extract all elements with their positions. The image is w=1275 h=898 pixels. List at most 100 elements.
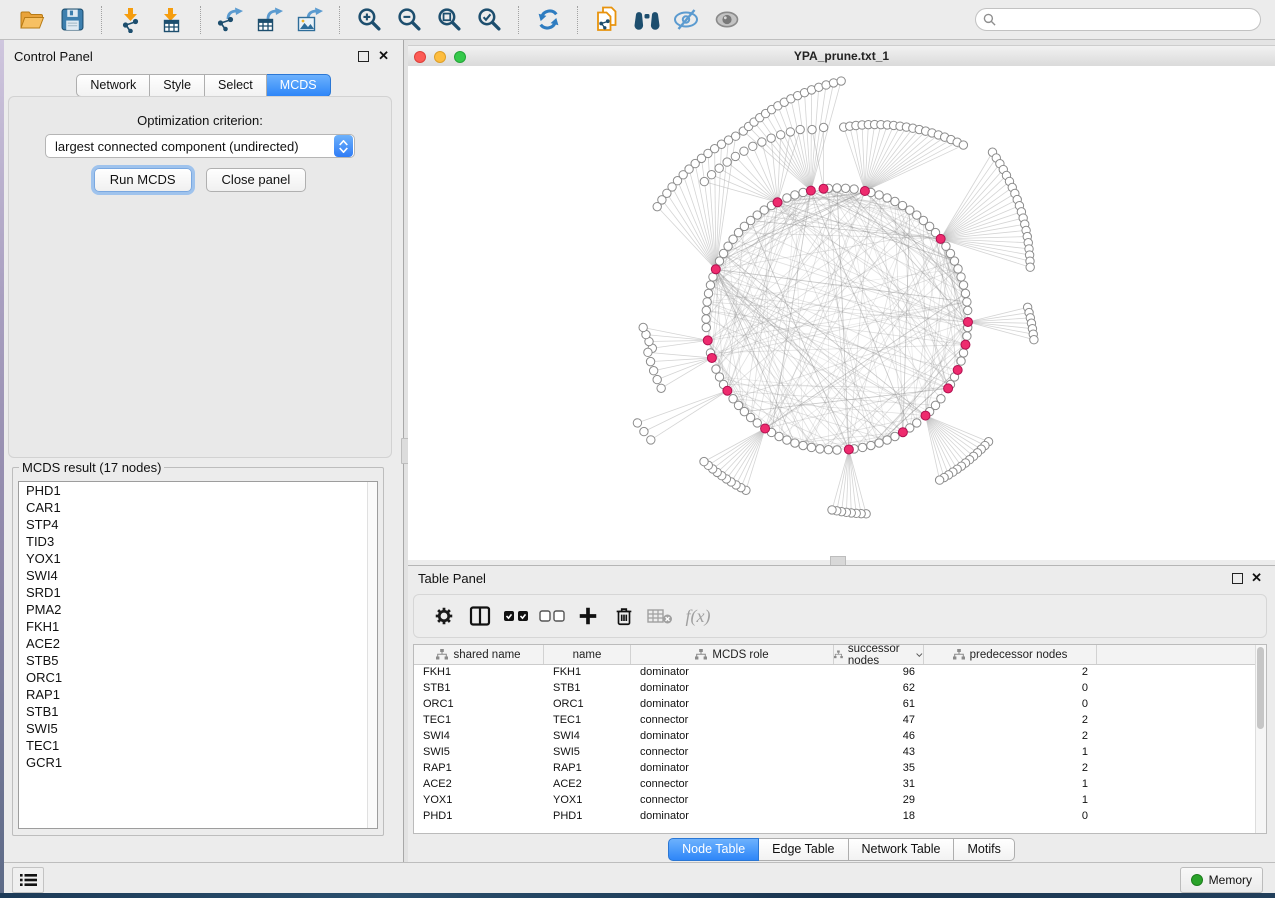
column-header-MCDS-role[interactable]: MCDS role [631, 645, 834, 664]
table-row[interactable]: FKH1FKH1dominator962 [414, 664, 1256, 680]
table-row[interactable]: ACE2ACE2connector311 [414, 776, 1256, 792]
cell-predecessor-nodes[interactable]: 0 [924, 698, 1097, 710]
float-window-icon[interactable] [1232, 573, 1243, 584]
cell-predecessor-nodes[interactable]: 1 [924, 746, 1097, 758]
table-row[interactable]: SWI5SWI5connector431 [414, 744, 1256, 760]
network-node[interactable] [767, 134, 775, 142]
column-header-successor-nodes[interactable]: successor nodes [834, 645, 924, 664]
network-node[interactable] [829, 79, 837, 87]
cell-name[interactable]: TEC1 [544, 714, 631, 726]
create-column-icon[interactable] [570, 600, 606, 632]
tab-node-table[interactable]: Node Table [668, 838, 759, 861]
zoom-in-icon[interactable] [352, 4, 386, 36]
network-node[interactable] [961, 340, 970, 349]
network-node[interactable] [799, 441, 807, 449]
import-network-icon[interactable] [114, 4, 148, 36]
network-node[interactable] [875, 191, 883, 199]
network-node[interactable] [749, 142, 757, 150]
table-settings-icon[interactable] [426, 600, 462, 632]
cell-shared-name[interactable]: PHD1 [414, 810, 544, 822]
export-image-icon[interactable] [293, 4, 327, 36]
network-node[interactable] [944, 384, 953, 393]
table-row[interactable]: RAP1RAP1dominator352 [414, 760, 1256, 776]
tab-style[interactable]: Style [150, 74, 205, 97]
mcds-result-item[interactable]: YOX1 [19, 550, 368, 567]
column-header-shared-name[interactable]: shared name [414, 645, 544, 664]
cell-MCDS-role[interactable]: connector [631, 794, 834, 806]
network-node[interactable] [957, 273, 965, 281]
cell-successor-nodes[interactable]: 18 [834, 810, 924, 822]
network-node[interactable] [653, 375, 661, 383]
network-node[interactable] [644, 348, 652, 356]
cell-successor-nodes[interactable]: 46 [834, 730, 924, 742]
table-row[interactable]: STB1STB1dominator620 [414, 680, 1256, 696]
cell-shared-name[interactable]: TEC1 [414, 714, 544, 726]
cell-shared-name[interactable]: SWI4 [414, 730, 544, 742]
network-node[interactable] [883, 194, 891, 202]
network-node[interactable] [959, 141, 967, 149]
network-window-titlebar[interactable]: YPA_prune.txt_1 [408, 45, 1275, 68]
scrollbar-thumb[interactable] [1257, 647, 1264, 729]
table-scrollbar[interactable] [1255, 645, 1266, 833]
network-node[interactable] [723, 158, 731, 166]
cell-name[interactable]: YOX1 [544, 794, 631, 806]
cell-MCDS-role[interactable]: connector [631, 746, 834, 758]
show-panels-button[interactable] [12, 867, 44, 893]
column-header-predecessor-nodes[interactable]: predecessor nodes [924, 645, 1097, 664]
cell-predecessor-nodes[interactable]: 2 [924, 762, 1097, 774]
network-node[interactable] [1026, 263, 1034, 271]
tab-network-table[interactable]: Network Table [849, 838, 955, 861]
network-node[interactable] [703, 336, 712, 345]
network-node[interactable] [844, 445, 853, 454]
network-node[interactable] [740, 147, 748, 155]
network-node[interactable] [833, 184, 841, 192]
cell-predecessor-nodes[interactable]: 2 [924, 730, 1097, 742]
cell-shared-name[interactable]: SWI5 [414, 746, 544, 758]
network-node[interactable] [639, 323, 647, 331]
close-window-icon[interactable]: ✕ [1251, 570, 1262, 585]
cell-MCDS-role[interactable]: connector [631, 778, 834, 790]
cell-successor-nodes[interactable]: 47 [834, 714, 924, 726]
cell-shared-name[interactable]: RAP1 [414, 762, 544, 774]
network-node[interactable] [953, 365, 962, 374]
cell-shared-name[interactable]: STB1 [414, 682, 544, 694]
search-input[interactable] [1000, 10, 1260, 29]
network-node[interactable] [700, 457, 708, 465]
network-node[interactable] [761, 424, 770, 433]
cell-predecessor-nodes[interactable]: 0 [924, 810, 1097, 822]
open-file-icon[interactable] [15, 4, 49, 36]
import-table-icon[interactable] [154, 4, 188, 36]
network-node[interactable] [723, 386, 732, 395]
cell-name[interactable]: SWI4 [544, 730, 631, 742]
network-node[interactable] [824, 446, 832, 454]
mcds-result-item[interactable]: STP4 [19, 516, 368, 533]
cell-name[interactable]: FKH1 [544, 666, 631, 678]
mcds-result-item[interactable]: GCR1 [19, 754, 368, 771]
delete-column-icon[interactable] [606, 600, 642, 632]
network-node[interactable] [715, 373, 723, 381]
cell-MCDS-role[interactable]: dominator [631, 682, 834, 694]
mcds-result-item[interactable]: PHD1 [19, 482, 368, 499]
cell-predecessor-nodes[interactable]: 2 [924, 666, 1097, 678]
column-header-name[interactable]: name [544, 645, 631, 664]
show-all-icon[interactable] [710, 4, 744, 36]
cell-name[interactable]: STB1 [544, 682, 631, 694]
cell-MCDS-role[interactable]: dominator [631, 810, 834, 822]
network-node[interactable] [775, 432, 783, 440]
network-node[interactable] [646, 357, 654, 365]
mcds-result-item[interactable]: FKH1 [19, 618, 368, 635]
float-window-icon[interactable] [358, 51, 369, 62]
network-node[interactable] [808, 125, 816, 133]
network-node[interactable] [935, 476, 943, 484]
network-node[interactable] [921, 411, 930, 420]
network-node[interactable] [647, 436, 655, 444]
tab-mcds[interactable]: MCDS [267, 74, 331, 97]
memory-button[interactable]: Memory [1180, 867, 1263, 893]
network-node[interactable] [867, 441, 875, 449]
network-node[interactable] [773, 198, 782, 207]
network-node[interactable] [731, 132, 739, 140]
cell-successor-nodes[interactable]: 43 [834, 746, 924, 758]
hide-unselected-icon[interactable] [670, 4, 704, 36]
cell-name[interactable]: PHD1 [544, 810, 631, 822]
network-node[interactable] [964, 306, 972, 314]
